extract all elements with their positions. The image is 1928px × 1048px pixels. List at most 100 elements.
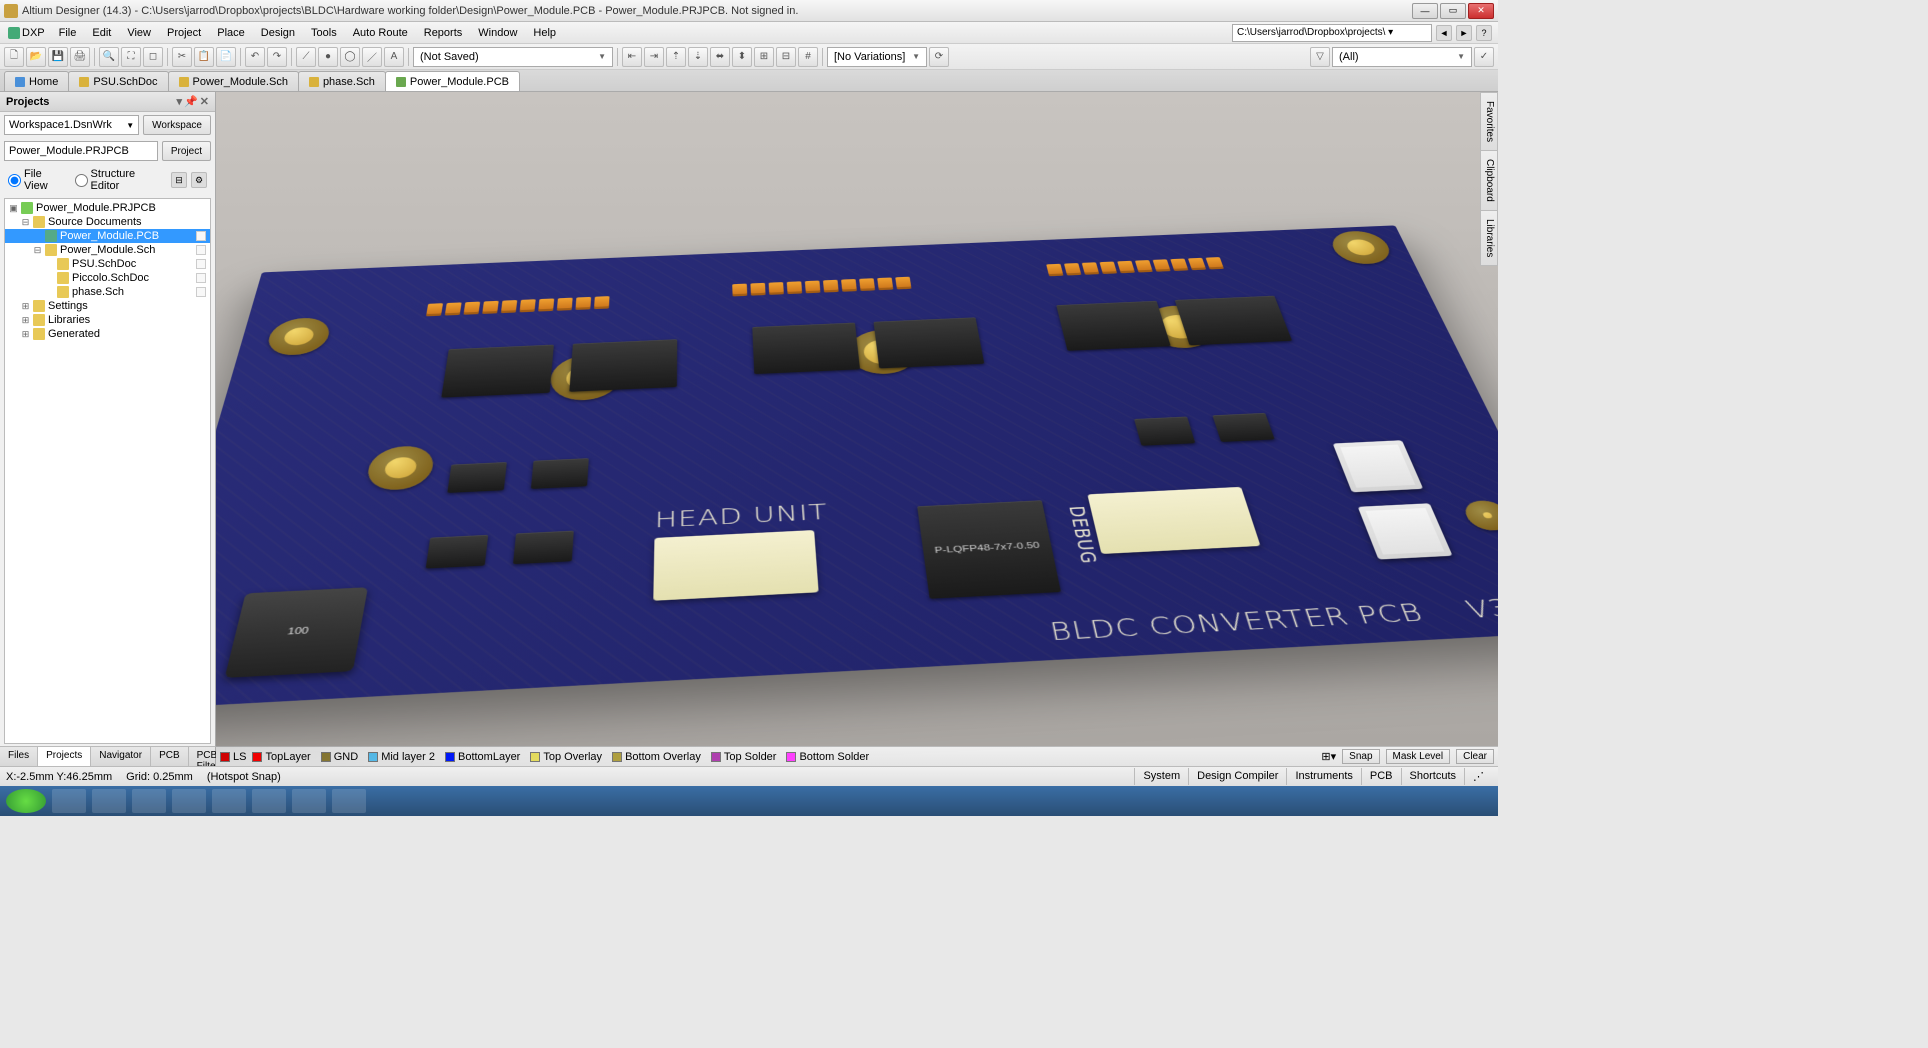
paste-icon[interactable]: 📄 [216, 47, 236, 67]
route-icon[interactable]: ⟋ [296, 47, 316, 67]
undo-icon[interactable]: ↶ [245, 47, 265, 67]
variation-combo[interactable]: [No Variations]▼ [827, 47, 927, 67]
panel-menu-icon[interactable]: ▾ [177, 95, 183, 108]
filter-apply-icon[interactable]: ✓ [1474, 47, 1494, 67]
flyout-tab-clipboard[interactable]: Clipboard [1480, 150, 1498, 211]
layer-tab-bottom-solder[interactable]: Bottom Solder [786, 751, 869, 763]
taskbar-item[interactable] [332, 789, 366, 813]
flyout-tab-favorites[interactable]: Favorites [1480, 92, 1498, 151]
tree-item-power-module-sch[interactable]: ⊟Power_Module.Sch [5, 243, 210, 257]
open-icon[interactable]: 📂 [26, 47, 46, 67]
tree-expand-icon[interactable]: ⊞ [21, 301, 30, 312]
tree-collapse-icon[interactable]: ⊟ [171, 172, 187, 188]
filter-funnel-icon[interactable]: ▽ [1310, 47, 1330, 67]
zoom-area-icon[interactable]: 🔍 [99, 47, 119, 67]
tree-item-power-module-pcb[interactable]: Power_Module.PCB [5, 229, 210, 243]
layer-tab-bottomlayer[interactable]: BottomLayer [445, 751, 520, 763]
panel-pin-icon[interactable]: 📌 [184, 95, 198, 108]
flyout-tab-libraries[interactable]: Libraries [1480, 210, 1498, 266]
menu-project[interactable]: Project [159, 24, 209, 42]
tree-item-settings[interactable]: ⊞Settings [5, 299, 210, 313]
layer-tab-toplayer[interactable]: TopLayer [252, 751, 310, 763]
tree-item-psu-schdoc[interactable]: PSU.SchDoc [5, 257, 210, 271]
taskbar-item[interactable] [212, 789, 246, 813]
tree-settings-icon[interactable]: ⚙ [191, 172, 207, 188]
align-right-icon[interactable]: ⇥ [644, 47, 664, 67]
start-button[interactable] [6, 789, 46, 813]
taskbar-item[interactable] [132, 789, 166, 813]
path-combo[interactable]: C:\Users\jarrod\Dropbox\projects\ ▾ [1232, 24, 1432, 42]
menu-autoroute[interactable]: Auto Route [345, 24, 416, 42]
tree-expand-icon[interactable]: ⊞ [21, 315, 30, 326]
layer-tab-top-solder[interactable]: Top Solder [711, 751, 777, 763]
copy-icon[interactable]: 📋 [194, 47, 214, 67]
close-button[interactable]: ✕ [1468, 3, 1494, 19]
tree-expand-icon[interactable]: ▣ [9, 203, 18, 214]
layer-tab-top-overlay[interactable]: Top Overlay [530, 751, 602, 763]
menu-view[interactable]: View [119, 24, 159, 42]
menu-edit[interactable]: Edit [84, 24, 119, 42]
zoom-fit-icon[interactable]: ⛶ [121, 47, 141, 67]
workspace-button[interactable]: Workspace [143, 115, 211, 135]
zoom-sel-icon[interactable]: ◻ [143, 47, 163, 67]
project-tree[interactable]: ▣Power_Module.PRJPCB⊟Source DocumentsPow… [4, 198, 211, 744]
status-menu-shortcuts[interactable]: Shortcuts [1401, 768, 1464, 785]
resize-grip[interactable]: ⋰ [1464, 768, 1492, 785]
layer-tab-bottom-overlay[interactable]: Bottom Overlay [612, 751, 701, 763]
distribute-v-icon[interactable]: ⊟ [776, 47, 796, 67]
menu-tools[interactable]: Tools [303, 24, 345, 42]
clear-button[interactable]: Clear [1456, 749, 1494, 764]
via-icon[interactable]: ● [318, 47, 338, 67]
new-icon[interactable]: 🗋 [4, 47, 24, 67]
refresh-icon[interactable]: ⟳ [929, 47, 949, 67]
dxp-menu[interactable]: DXP [2, 27, 51, 39]
taskbar-item[interactable] [292, 789, 326, 813]
project-combo[interactable]: Power_Module.PRJPCB [4, 141, 158, 161]
cut-icon[interactable]: ✂ [172, 47, 192, 67]
workspace-combo[interactable]: Workspace1.DsnWrk▼ [4, 115, 139, 135]
menu-window[interactable]: Window [470, 24, 525, 42]
line-icon[interactable]: ／ [362, 47, 382, 67]
redo-icon[interactable]: ↷ [267, 47, 287, 67]
tree-expand-icon[interactable]: ⊟ [33, 245, 42, 256]
snap-grid-icon[interactable]: ⊞▾ [1321, 750, 1336, 763]
status-menu-instruments[interactable]: Instruments [1286, 768, 1360, 785]
align-vcenter-icon[interactable]: ⬍ [732, 47, 752, 67]
text-icon[interactable]: A [384, 47, 404, 67]
save-icon[interactable]: 💾 [48, 47, 68, 67]
maximize-button[interactable]: ▭ [1440, 3, 1466, 19]
bottom-tab-files[interactable]: Files [0, 747, 38, 766]
status-menu-design-compiler[interactable]: Design Compiler [1188, 768, 1286, 785]
mask-level-button[interactable]: Mask Level [1386, 749, 1451, 764]
layer-set-button[interactable]: LS [220, 751, 246, 763]
align-top-icon[interactable]: ⇡ [666, 47, 686, 67]
taskbar-item[interactable] [92, 789, 126, 813]
help-icon[interactable]: ? [1476, 25, 1492, 41]
tree-item-source-documents[interactable]: ⊟Source Documents [5, 215, 210, 229]
filter-combo[interactable]: (All)▼ [1332, 47, 1472, 67]
minimize-button[interactable]: — [1412, 3, 1438, 19]
doc-tab-home[interactable]: Home [4, 71, 69, 91]
tree-expand-icon[interactable]: ⊞ [21, 329, 30, 340]
layer-tab-mid-layer-2[interactable]: Mid layer 2 [368, 751, 435, 763]
bottom-tab-projects[interactable]: Projects [38, 747, 91, 766]
tree-item-libraries[interactable]: ⊞Libraries [5, 313, 210, 327]
nav-fwd-icon[interactable]: ► [1456, 25, 1472, 41]
tree-item-piccolo-schdoc[interactable]: Piccolo.SchDoc [5, 271, 210, 285]
doc-tab-power-module-sch[interactable]: Power_Module.Sch [168, 71, 299, 91]
menu-reports[interactable]: Reports [416, 24, 471, 42]
taskbar-item[interactable] [172, 789, 206, 813]
bottom-tab-navigator[interactable]: Navigator [91, 747, 151, 766]
snap-button[interactable]: Snap [1342, 749, 1379, 764]
print-icon[interactable]: 🖨 [70, 47, 90, 67]
nav-back-icon[interactable]: ◄ [1436, 25, 1452, 41]
menu-place[interactable]: Place [209, 24, 253, 42]
tree-item-phase-sch[interactable]: phase.Sch [5, 285, 210, 299]
structure-editor-radio[interactable]: Structure Editor [75, 168, 161, 192]
saved-combo[interactable]: (Not Saved)▼ [413, 47, 613, 67]
menu-design[interactable]: Design [253, 24, 303, 42]
doc-tab-psu-schdoc[interactable]: PSU.SchDoc [68, 71, 168, 91]
layer-tab-gnd[interactable]: GND [321, 751, 358, 763]
align-left-icon[interactable]: ⇤ [622, 47, 642, 67]
align-bottom-icon[interactable]: ⇣ [688, 47, 708, 67]
